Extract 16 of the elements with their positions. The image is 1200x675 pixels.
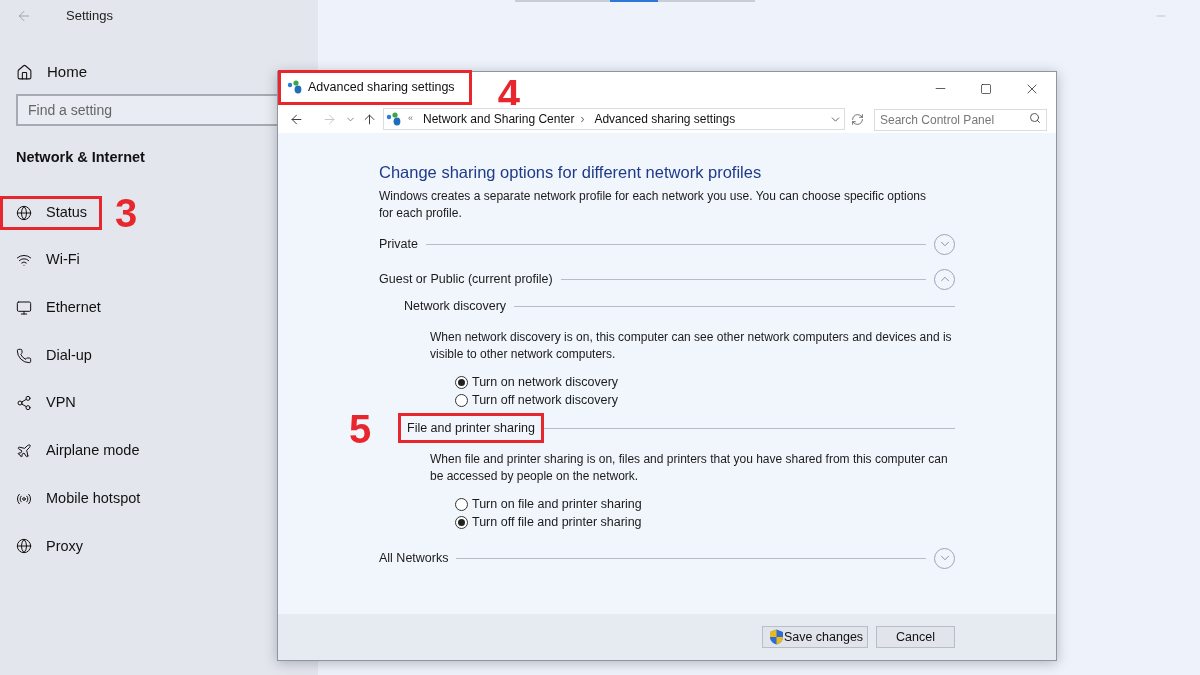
- intro-text: Windows creates a separate network profile for each network you use. You can choose specific options for each profile.: [379, 188, 927, 221]
- step-number: 3: [115, 192, 138, 233]
- profile-title: All Networks: [379, 549, 449, 567]
- group-title: File and printer sharing: [398, 412, 544, 444]
- group-title: Network discovery: [403, 297, 508, 315]
- group-description: When file and printer sharing is on, files and printers that you have shared from this computer can be accessed by people on the network.: [430, 451, 949, 485]
- group-description: When network discovery is on, this computer can see other network computers and devices and is visible to other network computers.: [430, 329, 953, 363]
- profile-title: Guest or Public (current profile): [379, 270, 553, 288]
- dialog-heading: Change sharing options for different network profiles: [379, 162, 763, 183]
- dialog-title: Advanced sharing settings: [278, 69, 472, 105]
- profile-title: Private: [379, 235, 418, 253]
- step-number: 5: [349, 409, 372, 449]
- breadcrumb-separator: «: [408, 112, 413, 126]
- breadcrumb-separator: ›: [580, 111, 585, 128]
- section-title: Network & Internet: [15, 148, 146, 167]
- window-title: Settings: [66, 7, 113, 26]
